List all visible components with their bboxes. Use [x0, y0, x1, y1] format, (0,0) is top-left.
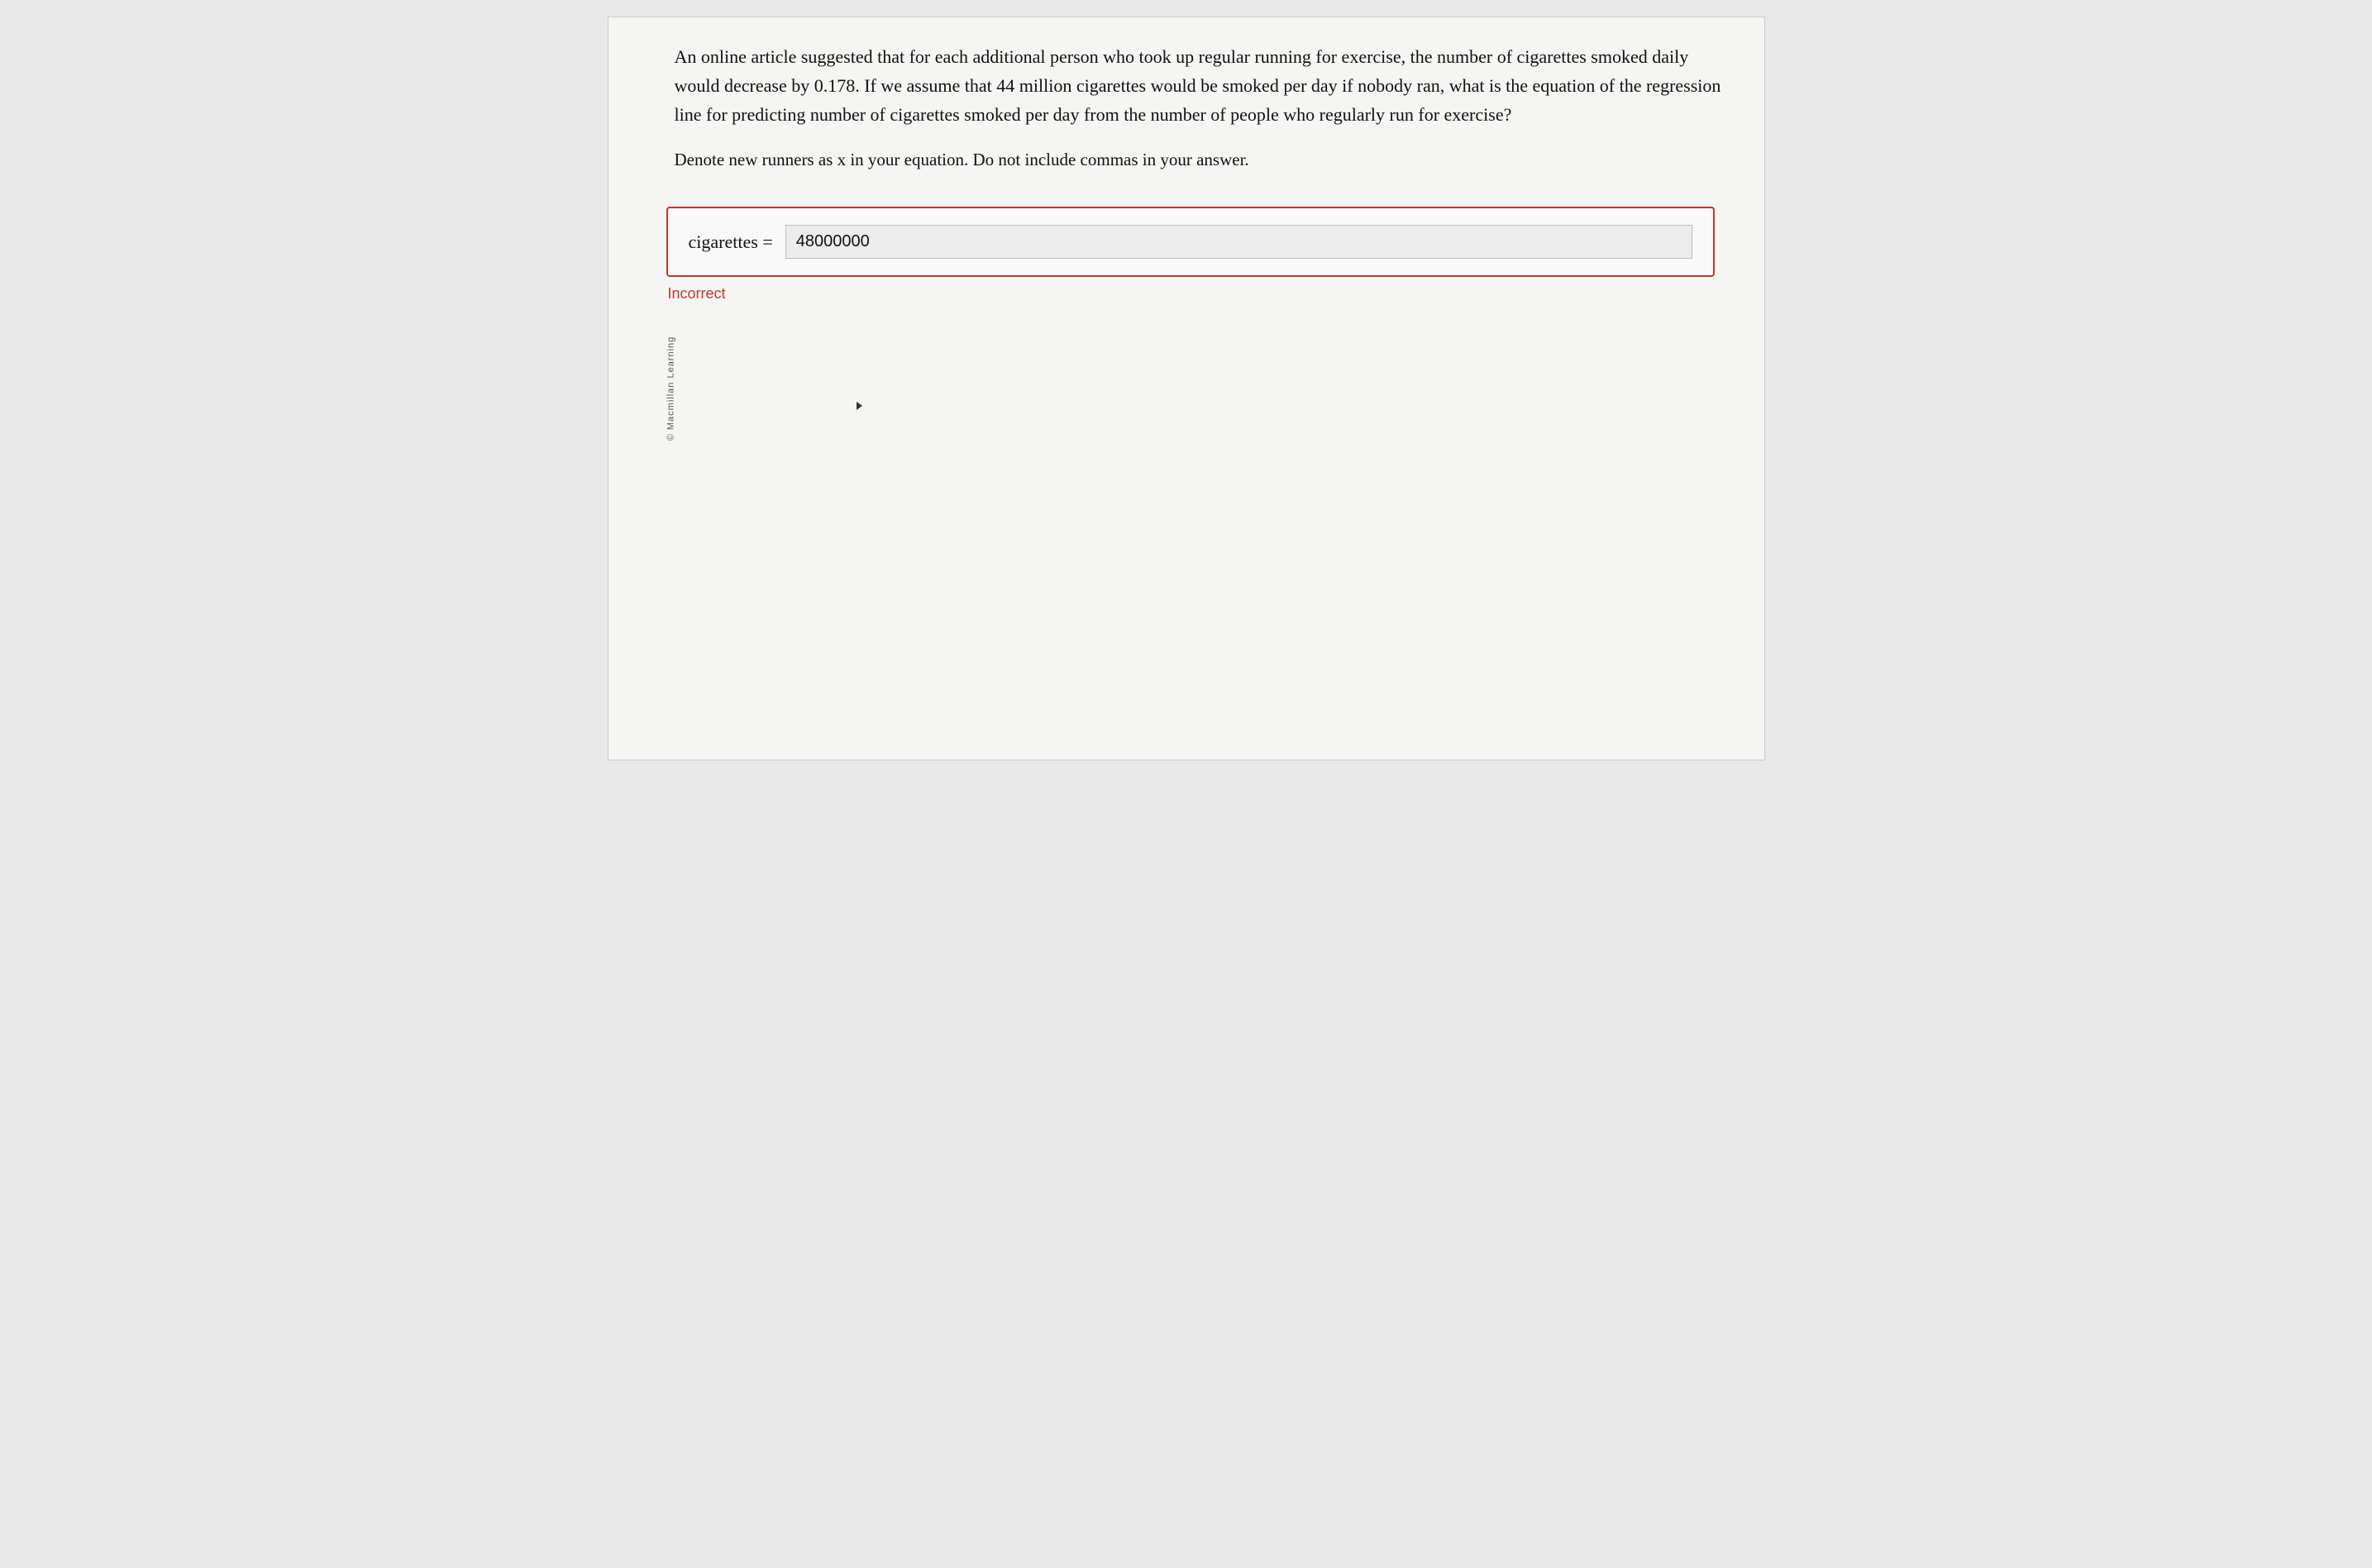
page-container: © Macmillan Learning An online article s… [608, 17, 1765, 760]
cursor-area [658, 303, 1723, 633]
instruction-text: Denote new runners as x in your equation… [675, 146, 1723, 174]
question-main-text: An online article suggested that for eac… [675, 42, 1723, 130]
cursor-icon [857, 402, 862, 410]
equation-label: cigarettes = [689, 231, 773, 253]
answer-box: cigarettes = [666, 207, 1715, 277]
answer-input[interactable] [785, 225, 1692, 259]
incorrect-label: Incorrect [668, 285, 1723, 303]
